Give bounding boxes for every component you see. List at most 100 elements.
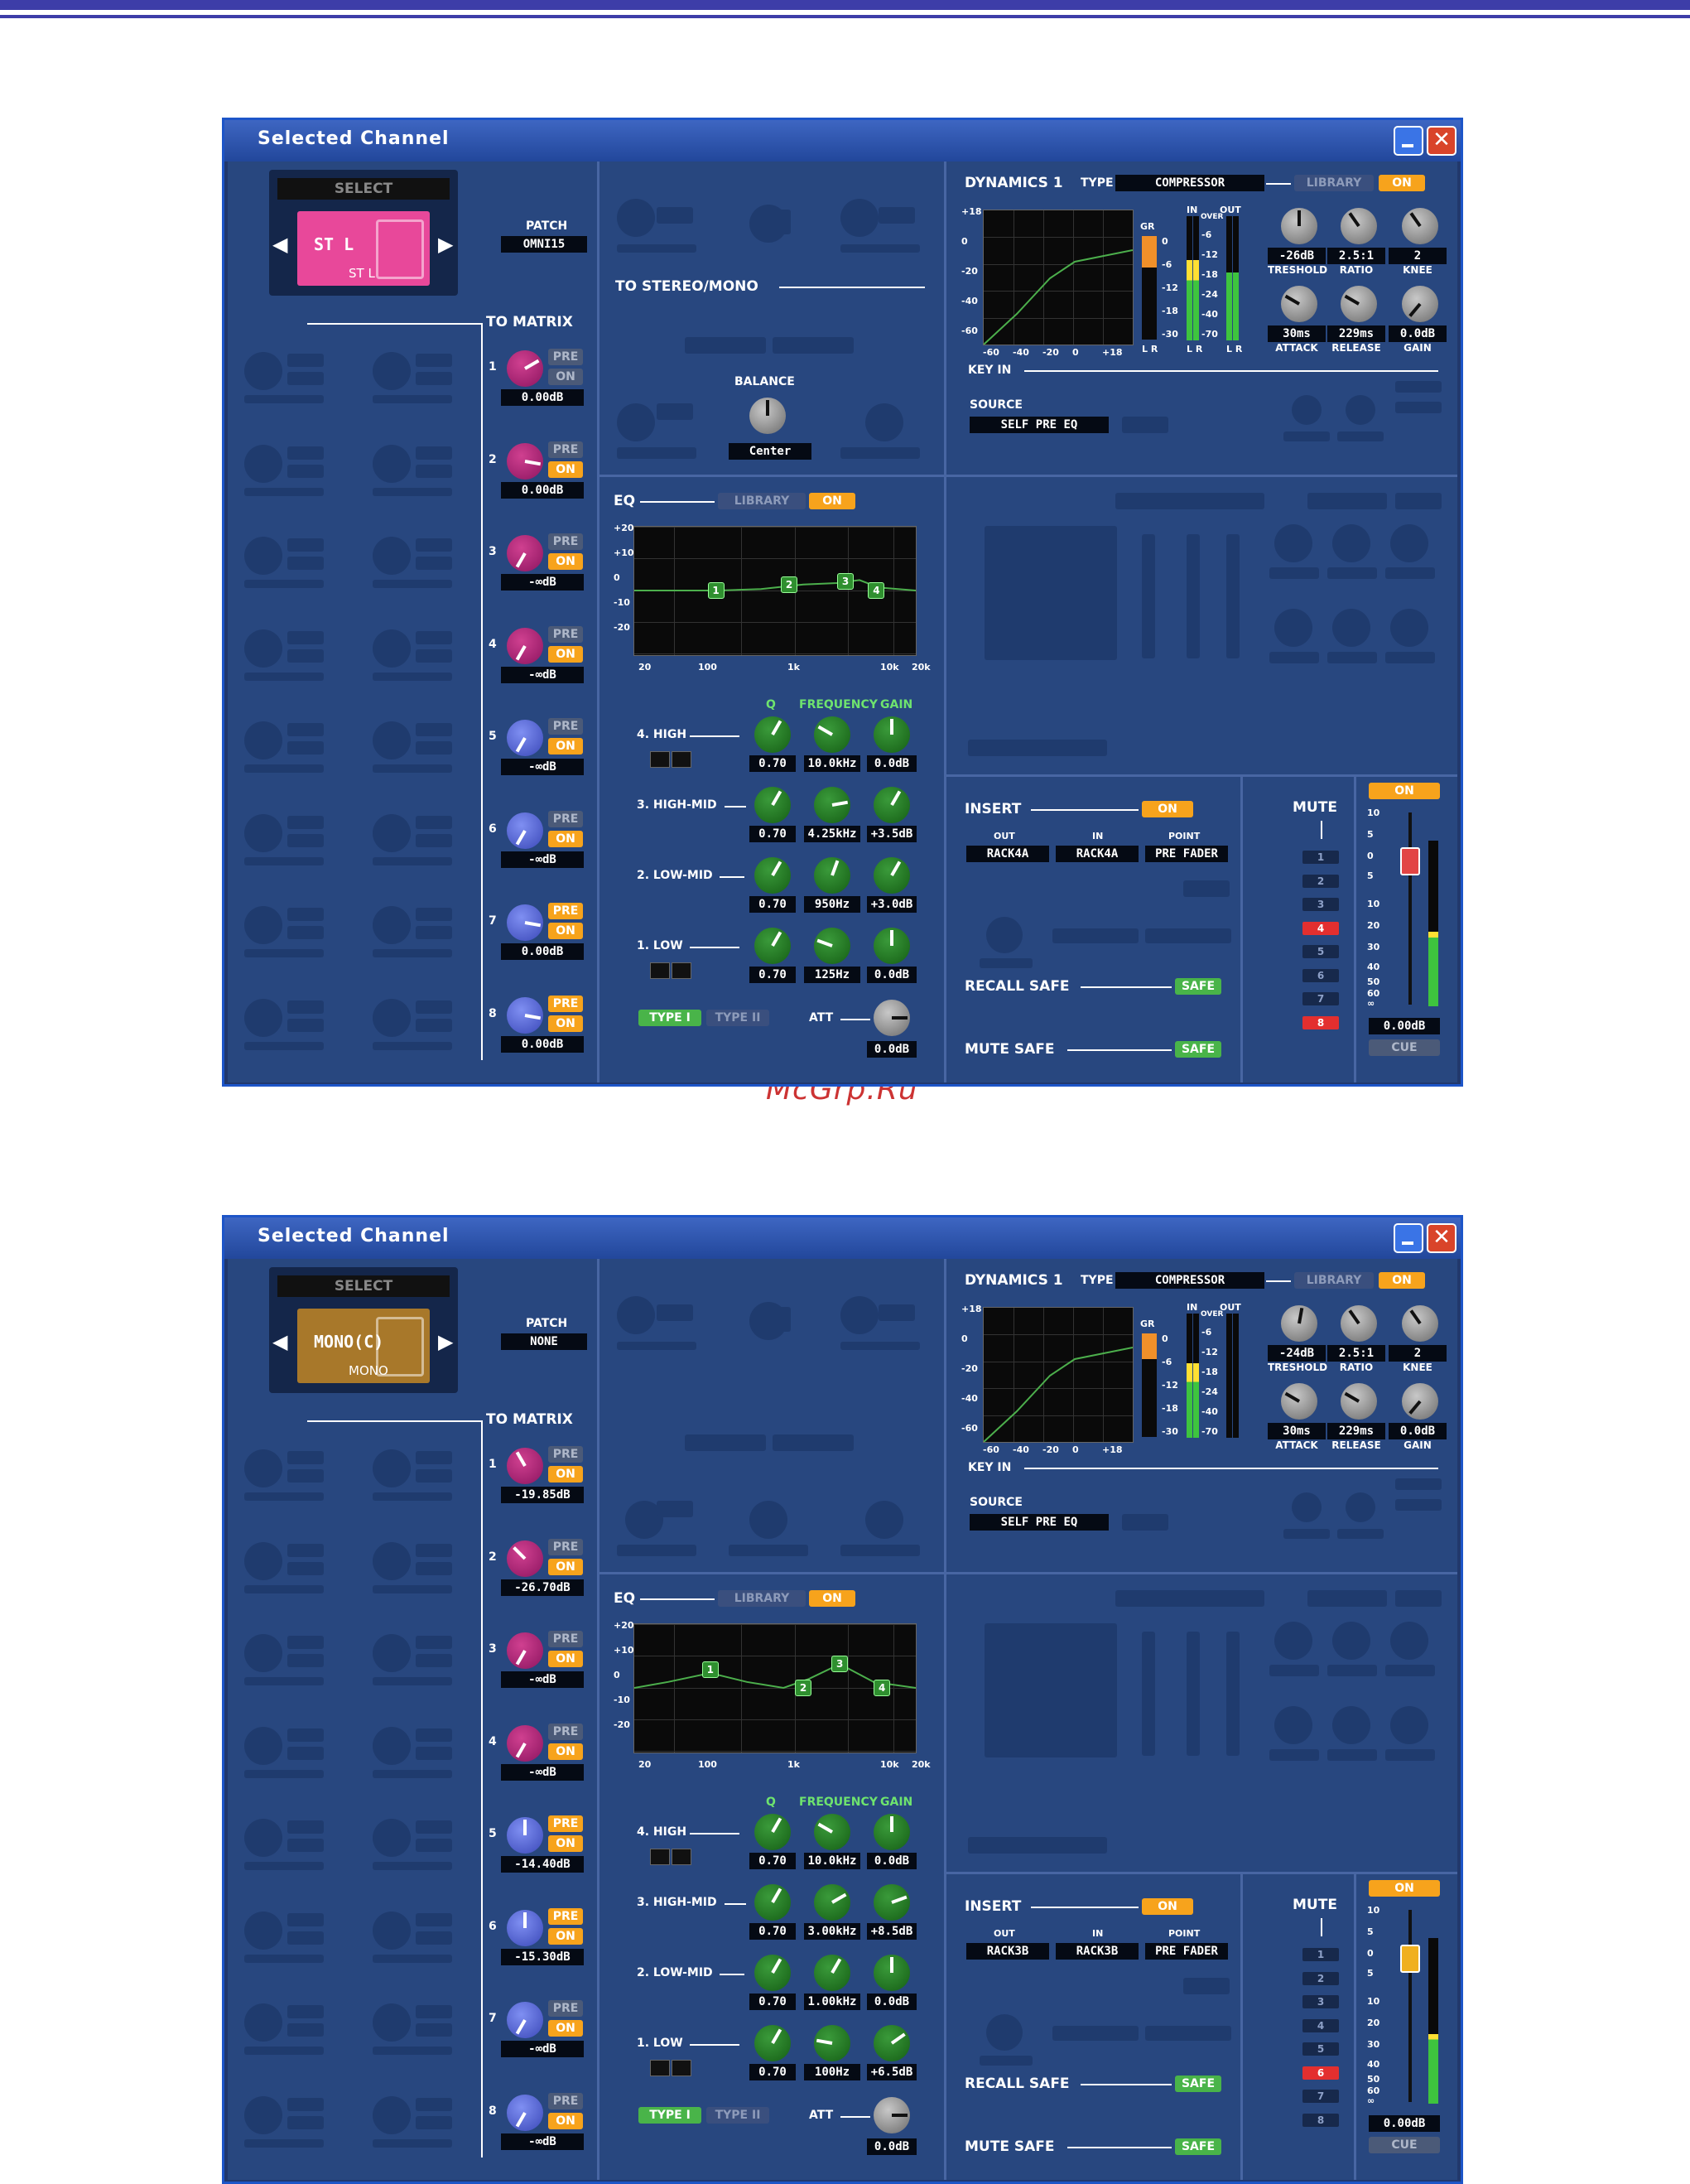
matrix-send-3-level-knob[interactable] — [507, 1632, 543, 1669]
mute-group-7-button[interactable]: 7 — [1302, 992, 1339, 1005]
dynamics-library-button[interactable]: LIBRARY — [1294, 175, 1374, 191]
minimize-button[interactable] — [1394, 1223, 1423, 1253]
channel-on-button[interactable]: ON — [1369, 1880, 1440, 1897]
matrix-send-3-level-knob[interactable] — [507, 535, 543, 571]
patch-value[interactable]: OMNI15 — [501, 236, 587, 253]
eq-frequency-knob[interactable] — [814, 1955, 850, 1991]
select-button[interactable]: SELECT — [277, 1275, 450, 1297]
eq-gain-knob[interactable] — [874, 1955, 910, 1991]
mute-group-5-button[interactable]: 5 — [1302, 945, 1339, 958]
high-shelf-icon[interactable] — [650, 751, 670, 768]
source-select[interactable]: SELF PRE EQ — [970, 417, 1109, 433]
matrix-send-5-level-knob[interactable] — [507, 1817, 543, 1854]
dynamics-attack-knob[interactable] — [1281, 286, 1317, 322]
low-shelf-icon[interactable] — [650, 962, 670, 979]
mute-group-1-button[interactable]: 1 — [1302, 1948, 1339, 1961]
matrix-send-3-pre-button[interactable]: PRE — [548, 1631, 583, 1647]
dynamics-treshold-knob[interactable] — [1281, 208, 1317, 244]
mute-group-1-button[interactable]: 1 — [1302, 851, 1339, 864]
source-select[interactable]: SELF PRE EQ — [970, 1514, 1109, 1531]
eq-band-point[interactable]: 2 — [781, 576, 797, 593]
matrix-send-6-level-knob[interactable] — [507, 812, 543, 849]
eq-q-knob[interactable] — [754, 787, 791, 823]
eq-gain-knob[interactable] — [874, 1884, 910, 1921]
dynamics-treshold-knob[interactable] — [1281, 1305, 1317, 1342]
dynamics-type-select[interactable]: COMPRESSOR — [1115, 1272, 1264, 1289]
insert-in-select[interactable]: RACK4A — [1056, 846, 1139, 862]
att-knob[interactable] — [874, 1000, 910, 1036]
mute-group-4-button[interactable]: 4 — [1302, 2018, 1339, 2032]
matrix-send-5-pre-button[interactable]: PRE — [548, 1815, 583, 1832]
eq-gain-knob[interactable] — [874, 857, 910, 894]
insert-point-select[interactable]: PRE FADER — [1145, 846, 1228, 862]
mute-group-2-button[interactable]: 2 — [1302, 874, 1339, 888]
matrix-send-7-on-button[interactable]: ON — [548, 923, 583, 939]
balance-knob[interactable] — [749, 398, 786, 434]
insert-on-button[interactable]: ON — [1142, 801, 1193, 817]
matrix-send-6-pre-button[interactable]: PRE — [548, 810, 583, 827]
eq-on-button[interactable]: ON — [809, 493, 855, 509]
eq-frequency-knob[interactable] — [814, 928, 850, 964]
insert-point-select[interactable]: PRE FADER — [1145, 1943, 1228, 1960]
mute-safe-button[interactable]: SAFE — [1175, 2138, 1221, 2155]
matrix-send-1-pre-button[interactable]: PRE — [548, 349, 583, 365]
matrix-send-2-pre-button[interactable]: PRE — [548, 1538, 583, 1555]
eq-q-knob[interactable] — [754, 2025, 791, 2061]
eq-gain-knob[interactable] — [874, 1814, 910, 1850]
eq-gain-knob[interactable] — [874, 2025, 910, 2061]
eq-on-button[interactable]: ON — [809, 1590, 855, 1607]
dynamics-gain-knob[interactable] — [1402, 1383, 1438, 1420]
matrix-send-4-pre-button[interactable]: PRE — [548, 625, 583, 643]
dynamics-library-button[interactable]: LIBRARY — [1294, 1272, 1374, 1289]
recall-safe-button[interactable]: SAFE — [1175, 978, 1221, 995]
low-pass-icon[interactable] — [672, 2060, 691, 2076]
minimize-button[interactable] — [1394, 126, 1423, 156]
low-shelf-icon[interactable] — [650, 2060, 670, 2076]
channel-on-button[interactable]: ON — [1369, 783, 1440, 799]
mute-group-5-button[interactable]: 5 — [1302, 2042, 1339, 2056]
dynamics-on-button[interactable]: ON — [1379, 1272, 1425, 1289]
high-shelf-icon[interactable] — [650, 1849, 670, 1865]
matrix-send-7-pre-button[interactable]: PRE — [548, 903, 583, 919]
high-pass-icon[interactable] — [672, 1849, 691, 1865]
patch-value[interactable]: NONE — [501, 1333, 587, 1350]
matrix-send-8-pre-button[interactable]: PRE — [548, 995, 583, 1012]
matrix-send-8-level-knob[interactable] — [507, 996, 543, 1034]
eq-q-knob[interactable] — [754, 1814, 791, 1850]
mute-group-6-button[interactable]: 6 — [1302, 2066, 1339, 2080]
dynamics-gain-knob[interactable] — [1402, 286, 1438, 322]
eq-frequency-knob[interactable] — [814, 1884, 850, 1921]
matrix-send-1-on-button[interactable]: ON — [548, 369, 583, 385]
mute-group-2-button[interactable]: 2 — [1302, 1971, 1339, 1985]
matrix-send-4-level-knob[interactable] — [507, 1724, 543, 1762]
cue-button[interactable]: CUE — [1369, 1039, 1440, 1056]
eq-band-point[interactable]: 2 — [795, 1680, 811, 1696]
matrix-send-3-on-button[interactable]: ON — [548, 1651, 583, 1667]
balance-value[interactable]: Center — [729, 443, 811, 460]
att-knob[interactable] — [874, 2097, 910, 2133]
eq-q-knob[interactable] — [754, 1955, 791, 1991]
low-pass-icon[interactable] — [672, 962, 691, 979]
mute-group-7-button[interactable]: 7 — [1302, 2090, 1339, 2103]
matrix-send-1-level-knob[interactable] — [507, 350, 543, 387]
matrix-send-2-level-knob[interactable] — [507, 442, 543, 480]
insert-on-button[interactable]: ON — [1142, 1898, 1193, 1915]
matrix-send-8-on-button[interactable]: ON — [548, 2112, 583, 2129]
matrix-send-6-on-button[interactable]: ON — [548, 1927, 583, 1945]
matrix-send-5-on-button[interactable]: ON — [548, 738, 583, 755]
dynamics-on-button[interactable]: ON — [1379, 175, 1425, 191]
eq-gain-knob[interactable] — [874, 928, 910, 964]
prev-channel-button[interactable]: ◀ — [272, 1330, 287, 1353]
dynamics-release-knob[interactable] — [1341, 1383, 1377, 1420]
eq-library-button[interactable]: LIBRARY — [718, 1590, 806, 1607]
cue-button[interactable]: CUE — [1369, 2137, 1440, 2153]
select-button[interactable]: SELECT — [277, 178, 450, 200]
eq-type-2-button[interactable]: TYPE II — [706, 1010, 769, 1026]
eq-frequency-knob[interactable] — [814, 2025, 850, 2061]
mute-safe-button[interactable]: SAFE — [1175, 1041, 1221, 1058]
dynamics-ratio-knob[interactable] — [1341, 1305, 1377, 1342]
eq-type-1-button[interactable]: TYPE I — [638, 1010, 701, 1026]
matrix-send-7-pre-button[interactable]: PRE — [548, 2000, 583, 2017]
matrix-send-7-level-knob[interactable] — [507, 2002, 543, 2038]
matrix-send-5-on-button[interactable]: ON — [548, 1835, 583, 1852]
